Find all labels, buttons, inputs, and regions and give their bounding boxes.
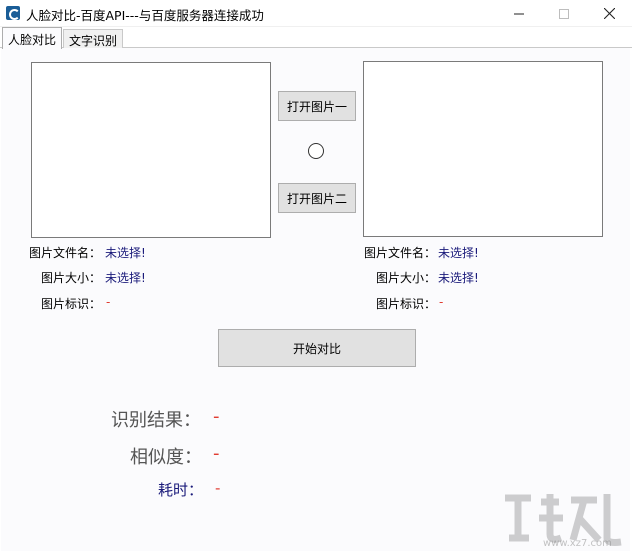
left-file-name-label: 图片文件名： — [29, 246, 102, 260]
left-id-label: 图片标识： — [41, 297, 102, 311]
close-button[interactable] — [586, 0, 632, 27]
watermark-text: www.xz7.com — [543, 538, 612, 549]
maximize-button[interactable] — [541, 0, 587, 27]
left-size-label: 图片大小： — [41, 271, 102, 285]
minimize-button[interactable] — [496, 0, 542, 27]
image-two-preview — [363, 61, 603, 237]
start-compare-button[interactable]: 开始对比 — [218, 329, 416, 367]
app-icon — [6, 6, 20, 20]
right-file-name-value: 未选择! — [438, 246, 479, 260]
left-file-name-value: 未选择! — [105, 246, 146, 260]
image-one-preview — [31, 62, 271, 238]
tab-bar: 人脸对比 文字识别 — [0, 27, 632, 49]
right-file-name-label: 图片文件名： — [364, 246, 437, 260]
left-id-value: - — [106, 295, 111, 309]
tab-text-recognition[interactable]: 文字识别 — [63, 29, 124, 49]
close-icon — [603, 8, 615, 19]
open-image-one-button[interactable]: 打开图片一 — [278, 91, 356, 121]
maximize-icon — [559, 8, 569, 19]
title-bar: 人脸对比-百度API---与百度服务器连接成功 — [0, 0, 632, 27]
window-title: 人脸对比-百度API---与百度服务器连接成功 — [26, 8, 264, 23]
similarity-value: - — [213, 443, 220, 464]
recognition-result-label: 识别结果： — [111, 410, 201, 431]
right-size-label: 图片大小： — [376, 271, 437, 285]
time-label: 耗时： — [158, 481, 204, 499]
right-size-value: 未选择! — [438, 271, 479, 285]
radio-button[interactable] — [308, 143, 324, 159]
time-value: - — [215, 479, 221, 497]
similarity-label: 相似度： — [130, 447, 202, 468]
minimize-icon — [514, 9, 524, 19]
open-image-two-button[interactable]: 打开图片二 — [278, 183, 356, 213]
tab-content: 打开图片一 打开图片二 图片文件名： 未选择! 图片大小： 未选择! 图片标识：… — [1, 48, 630, 551]
right-id-label: 图片标识： — [376, 297, 437, 311]
right-id-value: - — [439, 295, 444, 309]
left-size-value: 未选择! — [105, 271, 146, 285]
recognition-result-value: - — [213, 406, 220, 427]
tab-face-compare[interactable]: 人脸对比 — [2, 27, 63, 49]
